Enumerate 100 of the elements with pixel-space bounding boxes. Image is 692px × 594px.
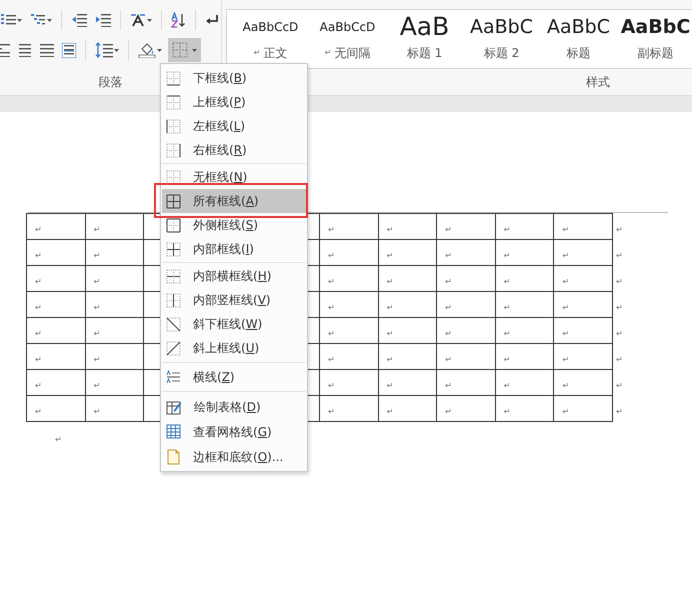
menu-item[interactable]: 绘制表格(D) bbox=[162, 394, 306, 419]
cell-mark: ↵ bbox=[386, 250, 394, 260]
caret-icon bbox=[192, 48, 197, 52]
caret-icon bbox=[114, 48, 119, 52]
border-grid-icon bbox=[166, 268, 181, 284]
style-option[interactable]: AaBbCcD ↵ 正文 bbox=[232, 10, 309, 68]
cell-mark: ↵ bbox=[445, 406, 452, 416]
cell-mark: ↵ bbox=[94, 302, 100, 312]
cell-mark: ↵ bbox=[504, 406, 510, 416]
cell-mark: ↵ bbox=[328, 250, 335, 260]
cell-mark: ↵ bbox=[35, 328, 42, 338]
border-grid-icon bbox=[166, 194, 181, 208]
row-end-mark: ↵ bbox=[616, 276, 623, 286]
border-grid-icon bbox=[166, 94, 181, 110]
cell-mark: ↵ bbox=[35, 250, 42, 260]
row-end-mark: ↵ bbox=[616, 406, 623, 416]
cell-mark: ↵ bbox=[94, 276, 100, 286]
cell-mark: ↵ bbox=[328, 380, 335, 390]
multilevel-list-icon bbox=[30, 13, 46, 27]
menu-item[interactable]: 边框和底纹(O)... bbox=[162, 444, 306, 469]
caret-icon bbox=[17, 18, 22, 22]
align-center-icon bbox=[18, 43, 32, 57]
cell-mark: ↵ bbox=[94, 250, 100, 260]
menu-item[interactable]: 外侧框线(S) bbox=[162, 213, 306, 237]
group-label: 段落 bbox=[98, 74, 122, 91]
border-grid-icon bbox=[166, 218, 181, 232]
cell-mark: ↵ bbox=[328, 302, 335, 312]
cell-mark: ↵ bbox=[94, 354, 100, 364]
style-option[interactable]: AaBbC 副标题 bbox=[617, 10, 692, 68]
style-sample: AaBbCcD bbox=[242, 19, 298, 36]
cell-mark: ↵ bbox=[562, 406, 570, 416]
distributed-icon bbox=[62, 42, 76, 58]
row-end-mark: ↵ bbox=[616, 224, 623, 234]
border-grid-icon bbox=[166, 242, 181, 256]
cell-mark: ↵ bbox=[94, 224, 100, 234]
style-option[interactable]: AaB 标题 1 bbox=[386, 10, 463, 68]
caret-icon bbox=[157, 48, 162, 52]
row-end-mark: ↵ bbox=[616, 380, 623, 390]
cell-mark: ↵ bbox=[504, 380, 510, 390]
menu-item[interactable]: 内部框线(I) bbox=[162, 237, 306, 261]
menu-item[interactable]: 横线(Z) bbox=[162, 365, 306, 389]
cell-mark: ↵ bbox=[386, 380, 394, 390]
cell-mark: ↵ bbox=[328, 276, 335, 286]
cell-mark: ↵ bbox=[562, 328, 570, 338]
cell-mark: ↵ bbox=[94, 406, 100, 416]
diagonal-border-icon bbox=[166, 340, 181, 356]
row-end-mark: ↵ bbox=[616, 354, 623, 364]
cell-mark: ↵ bbox=[445, 328, 452, 338]
row-end-mark: ↵ bbox=[616, 302, 623, 312]
justify-icon bbox=[40, 43, 54, 57]
cell-mark: ↵ bbox=[35, 276, 42, 286]
cell-mark: ↵ bbox=[504, 328, 510, 338]
style-option[interactable]: AaBbCcD ↵ 无间隔 bbox=[309, 10, 386, 68]
style-sample: AaBbC bbox=[470, 14, 533, 40]
cell-mark: ↵ bbox=[386, 328, 394, 338]
menu-item[interactable]: 斜上框线(U) bbox=[162, 336, 306, 360]
menu-item[interactable]: 所有框线(A) bbox=[162, 189, 306, 213]
menu-item[interactable]: 查看网格线(G) bbox=[162, 419, 306, 444]
row-end-mark: ↵ bbox=[616, 250, 623, 260]
row-end-mark: ↵ bbox=[616, 328, 623, 338]
menu-item[interactable]: 下框线(B) bbox=[162, 66, 306, 90]
cell-mark: ↵ bbox=[35, 302, 42, 312]
cell-mark: ↵ bbox=[328, 328, 335, 338]
border-grid-icon bbox=[166, 292, 181, 308]
menu-item[interactable]: 上框线(P) bbox=[162, 90, 306, 114]
caret-icon bbox=[146, 18, 152, 22]
cell-mark: ↵ bbox=[386, 302, 394, 312]
style-name: 无间隔 bbox=[334, 45, 370, 62]
cell-mark: ↵ bbox=[35, 224, 42, 234]
menu-item[interactable]: 左框线(L) bbox=[162, 114, 306, 138]
style-name: 正文 bbox=[263, 45, 288, 62]
cell-mark: ↵ bbox=[386, 276, 394, 286]
line-spacing-icon bbox=[95, 42, 113, 58]
style-name: 标题 2 bbox=[484, 45, 520, 62]
cell-mark: ↵ bbox=[504, 302, 510, 312]
cell-mark: ↵ bbox=[562, 224, 570, 234]
text-arrows-icon bbox=[130, 13, 146, 27]
cell-mark: ↵ bbox=[445, 276, 452, 286]
style-sample: AaBbC bbox=[620, 14, 690, 40]
border-grid-icon bbox=[166, 118, 181, 134]
menu-item[interactable]: 斜下框线(W) bbox=[162, 312, 306, 336]
style-option[interactable]: AaBbC 标题 bbox=[540, 10, 617, 68]
caret-icon bbox=[47, 18, 52, 22]
increase-indent-icon bbox=[94, 13, 111, 27]
style-option[interactable]: AaBbC 标题 2 bbox=[463, 10, 540, 68]
menu-item[interactable]: 无框线(N) bbox=[162, 165, 306, 189]
horizontal-line-icon bbox=[166, 370, 181, 384]
style-sample: AaBbCcD bbox=[320, 19, 376, 36]
style-sample: AaB bbox=[400, 11, 450, 44]
border-grid-icon bbox=[166, 170, 181, 184]
menu-item[interactable]: 右框线(R) bbox=[162, 138, 306, 162]
cell-mark: ↵ bbox=[94, 380, 100, 390]
cell-mark: ↵ bbox=[35, 354, 42, 364]
cell-mark: ↵ bbox=[328, 354, 335, 364]
menu-item[interactable]: 内部竖框线(V) bbox=[162, 288, 306, 312]
cell-mark: ↵ bbox=[504, 224, 510, 234]
paragraph-mark: ↵ bbox=[254, 47, 260, 59]
cell-mark: ↵ bbox=[562, 380, 570, 390]
menu-item[interactable]: 内部横框线(H) bbox=[162, 264, 306, 288]
cell-mark: ↵ bbox=[445, 302, 452, 312]
